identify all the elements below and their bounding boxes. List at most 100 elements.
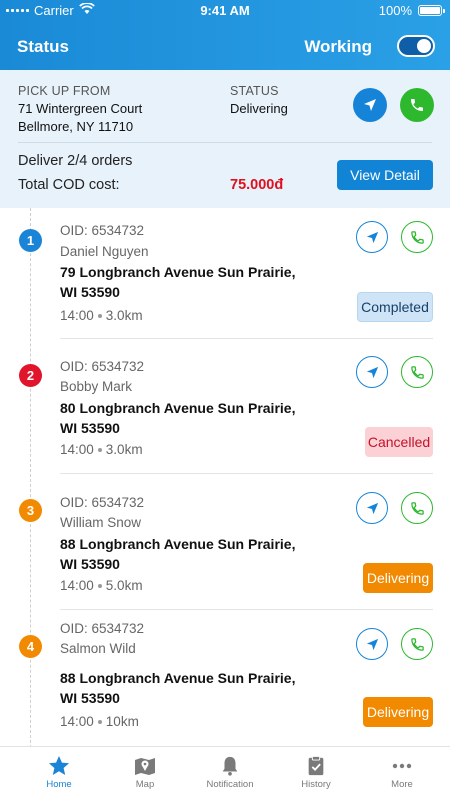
status-bar: Carrier 9:41 AM 100% xyxy=(0,0,450,22)
customer-name: Salmon Wild xyxy=(60,641,136,656)
status-badge: Delivering xyxy=(363,697,433,727)
address-line2: WI 53590 xyxy=(60,420,120,436)
order-distance: 5.0km xyxy=(105,578,143,593)
view-detail-button[interactable]: View Detail xyxy=(337,160,433,190)
pickup-navigate-button[interactable] xyxy=(353,88,387,122)
order-item-4[interactable]: 4 OID: 6534732 Salmon Wild 88 Longbranch… xyxy=(0,614,450,746)
order-item-2[interactable]: 2 OID: 6534732 Bobby Mark 80 Longbranch … xyxy=(0,344,450,480)
status-value: Delivering xyxy=(230,101,288,116)
tab-history-label: History xyxy=(301,779,331,790)
tab-more-label: More xyxy=(391,779,413,790)
top-bar: Carrier 9:41 AM 100% Status Working xyxy=(0,0,450,70)
address-line1: 88 Longbranch Avenue Sun Prairie, xyxy=(60,670,296,686)
delivery-address: 80 Longbranch Avenue Sun Prairie, WI 535… xyxy=(60,398,295,438)
more-icon xyxy=(392,763,412,769)
phone-icon xyxy=(410,230,424,244)
phone-icon xyxy=(410,365,424,379)
address-line1: 88 Longbranch Avenue Sun Prairie, xyxy=(60,536,296,552)
star-icon xyxy=(49,756,69,775)
separator-dot xyxy=(97,447,102,452)
order-number-badge: 1 xyxy=(19,229,42,252)
order-time: 14:00 xyxy=(60,308,94,323)
working-toggle[interactable] xyxy=(397,35,435,57)
pickup-summary: PICK UP FROM 71 Wintergreen Court Bellmo… xyxy=(0,70,450,208)
order-navigate-button[interactable] xyxy=(356,356,388,388)
order-distance: 3.0km xyxy=(105,308,143,323)
pickup-address-line2: Bellmore, NY 11710 xyxy=(18,119,134,134)
separator-dot xyxy=(97,313,102,318)
address-line2: WI 53590 xyxy=(60,284,120,300)
order-id: OID: 6534732 xyxy=(60,359,145,374)
tab-history[interactable]: History xyxy=(271,753,361,790)
map-icon xyxy=(135,758,155,775)
address-line2: WI 53590 xyxy=(60,690,120,706)
pickup-address-line1: 71 Wintergreen Court xyxy=(18,101,143,116)
order-id: OID: 6534732 xyxy=(60,495,145,510)
navigation-arrow-icon xyxy=(366,366,378,378)
order-navigate-button[interactable] xyxy=(356,492,388,524)
tab-notification[interactable]: Notification xyxy=(185,753,275,790)
navigation-arrow-icon xyxy=(366,502,378,514)
address-line1: 79 Longbranch Avenue Sun Prairie, xyxy=(60,264,296,280)
order-number-badge: 3 xyxy=(19,499,42,522)
order-number-badge: 4 xyxy=(19,635,42,658)
order-meta: 14:00 3.0km xyxy=(60,308,143,323)
order-divider xyxy=(60,609,433,610)
order-divider xyxy=(60,338,433,339)
order-navigate-button[interactable] xyxy=(356,221,388,253)
bottom-tab-bar: Home Map Notification History More xyxy=(0,746,450,800)
navigation-arrow-icon xyxy=(366,231,378,243)
tab-home[interactable]: Home xyxy=(14,753,104,790)
order-item-3[interactable]: 3 OID: 6534732 William Snow 88 Longbranc… xyxy=(0,480,450,614)
separator-dot xyxy=(97,583,102,588)
separator-dot xyxy=(97,719,102,724)
battery-group: 100% xyxy=(378,3,445,18)
order-call-button[interactable] xyxy=(401,492,433,524)
customer-name: Daniel Nguyen xyxy=(60,244,149,259)
order-distance: 10km xyxy=(105,714,139,729)
delivery-address: 79 Longbranch Avenue Sun Prairie, WI 535… xyxy=(60,262,295,302)
status-label: STATUS xyxy=(230,84,279,98)
order-id: OID: 6534732 xyxy=(60,223,145,238)
tab-map[interactable]: Map xyxy=(100,753,190,790)
order-meta: 14:00 5.0km xyxy=(60,578,143,593)
summary-divider xyxy=(18,142,432,143)
customer-name: William Snow xyxy=(60,515,142,530)
status-badge: Completed xyxy=(357,292,433,322)
order-divider xyxy=(60,473,433,474)
navigation-arrow-icon xyxy=(366,638,378,650)
order-item-1[interactable]: 1 OID: 6534732 Daniel Nguyen 79 Longbran… xyxy=(0,208,450,344)
customer-name: Bobby Mark xyxy=(60,379,133,394)
order-distance: 3.0km xyxy=(105,442,143,457)
order-time: 14:00 xyxy=(60,578,94,593)
tab-map-label: Map xyxy=(135,779,155,790)
navigation-arrow-icon xyxy=(364,99,376,111)
order-navigate-button[interactable] xyxy=(356,628,388,660)
order-call-button[interactable] xyxy=(401,356,433,388)
phone-icon xyxy=(410,637,424,651)
tab-more[interactable]: More xyxy=(357,753,447,790)
status-badge: Cancelled xyxy=(365,427,433,457)
address-line2: WI 53590 xyxy=(60,556,120,572)
cod-label: Total COD cost: xyxy=(18,177,120,193)
clipboard-icon xyxy=(308,755,324,776)
working-label: Working xyxy=(304,37,372,56)
order-id: OID: 6534732 xyxy=(60,621,145,636)
cod-value: 75.000đ xyxy=(230,177,284,193)
order-call-button[interactable] xyxy=(401,221,433,253)
deliver-progress: Deliver 2/4 orders xyxy=(18,153,133,169)
battery-label: 100% xyxy=(378,3,412,18)
delivery-address: 88 Longbranch Avenue Sun Prairie, WI 535… xyxy=(60,668,295,708)
order-time: 14:00 xyxy=(60,714,94,729)
pickup-call-button[interactable] xyxy=(400,88,434,122)
order-call-button[interactable] xyxy=(401,628,433,660)
order-number-badge: 2 xyxy=(19,364,42,387)
battery-icon xyxy=(418,5,445,16)
bell-icon xyxy=(222,756,238,776)
tab-home-label: Home xyxy=(46,779,72,790)
phone-icon xyxy=(410,501,424,515)
phone-icon xyxy=(411,99,423,111)
order-meta: 14:00 3.0km xyxy=(60,442,143,457)
page-title: Status xyxy=(17,37,69,56)
address-line1: 80 Longbranch Avenue Sun Prairie, xyxy=(60,400,296,416)
